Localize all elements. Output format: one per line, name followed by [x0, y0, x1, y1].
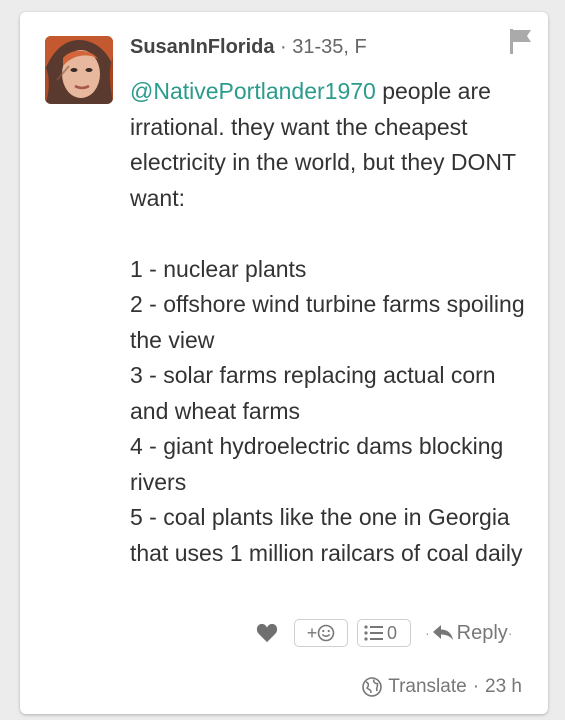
list-icon: [364, 625, 383, 641]
reply-arrow-icon: [432, 625, 453, 640]
replies-count-button[interactable]: 0: [357, 619, 411, 647]
add-reaction-button[interactable]: +: [294, 619, 348, 647]
mention-link[interactable]: @NativePortlander1970: [130, 78, 376, 104]
reply-label: Reply: [456, 621, 508, 644]
reply-button[interactable]: · Reply ·: [425, 622, 512, 645]
avatar[interactable]: [45, 36, 113, 104]
comment-actions: + 0 · Reply ·: [256, 617, 512, 649]
timestamp: 23 h: [485, 676, 522, 697]
demographic-label: 31-35, F: [292, 36, 367, 58]
globe-icon: [362, 677, 382, 697]
translate-button[interactable]: Translate: [362, 676, 467, 698]
flag-button[interactable]: [506, 26, 534, 56]
translate-label: Translate: [388, 676, 467, 697]
avatar-image: [45, 36, 113, 104]
flag-icon: [510, 29, 531, 54]
list-item: 1 - nuclear plants: [130, 255, 307, 282]
username[interactable]: SusanInFlorida: [130, 36, 274, 58]
separator-dot: ·: [507, 625, 513, 641]
comment-paragraph: @NativePortlander1970 people are irratio…: [130, 74, 530, 216]
list-item: 4 - giant hydroelectric dams blocking ri…: [130, 433, 504, 495]
list-item: 2 - offshore wind turbine farms spoiling…: [130, 291, 525, 353]
heart-icon[interactable]: [256, 623, 278, 643]
comment-card: SusanInFlorida · 31-35, F @NativePortlan…: [20, 12, 548, 714]
separator-dot: ·: [425, 625, 430, 641]
comment-body: @NativePortlander1970 people are irratio…: [130, 74, 530, 571]
list-item: 5 - coal plants like the one in Georgia …: [130, 504, 523, 566]
comment-footer: Translate · 23 h: [362, 676, 522, 698]
separator-dot: ·: [472, 676, 480, 697]
meta-separator: ·: [280, 36, 287, 58]
replies-count: 0: [387, 622, 398, 643]
smiley-icon: [317, 624, 335, 642]
add-reaction-label: +: [306, 622, 318, 643]
comment-header: SusanInFlorida · 31-35, F: [130, 34, 367, 60]
list-item: 3 - solar farms replacing actual corn an…: [130, 362, 496, 424]
